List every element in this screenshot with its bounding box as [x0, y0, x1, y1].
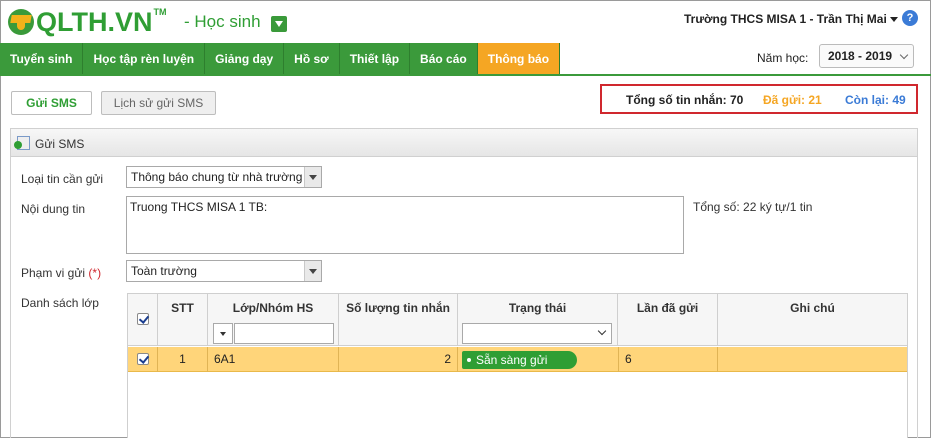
logo-text: QLTH.VN — [36, 6, 153, 37]
nav-divider — [0, 74, 931, 76]
content-textarea[interactable]: Truong THCS MISA 1 TB: — [126, 196, 684, 254]
nav-item-tuyen-sinh[interactable]: Tuyển sinh — [0, 43, 84, 75]
chevron-down-icon — [596, 324, 611, 343]
nav-item-thiet-lap[interactable]: Thiết lập — [339, 43, 411, 75]
role-dropdown-icon[interactable] — [271, 16, 287, 32]
table-row[interactable]: 1 6A1 2 Sẵn sàng gửi 6 — [128, 347, 907, 372]
remaining-messages: Còn lại: 49 — [845, 93, 906, 107]
sms-icon — [14, 136, 30, 150]
dropdown-arrow-icon — [304, 167, 321, 187]
scope-label-text: Phạm vi gửi — [21, 266, 86, 280]
column-class-title: Lớp/Nhóm HS — [232, 301, 314, 315]
status-filter-select[interactable] — [462, 323, 612, 344]
cell-class: 6A1 — [208, 347, 339, 372]
school-year-value: 2018 - 2019 — [828, 49, 893, 63]
select-all-column — [128, 294, 158, 346]
user-menu[interactable]: Trường THCS MISA 1 - Trần Thị Mai — [684, 12, 898, 26]
column-stt-title: STT — [171, 301, 194, 315]
column-times-sent: Lần đã gửi — [618, 294, 718, 346]
main-nav: Tuyển sinh Học tập rèn luyện Giảng dạy H… — [0, 43, 561, 75]
scope-value: Toàn trường — [131, 264, 197, 278]
sent-messages: Đã gửi: 21 — [763, 93, 822, 107]
header: QLTH.VN TM - Học sinh Trường THCS MISA 1… — [0, 0, 931, 42]
tab-sms-history[interactable]: Lịch sử gửi SMS — [101, 91, 216, 115]
nav-item-thong-bao[interactable]: Thông báo — [477, 43, 561, 75]
tab-send-sms[interactable]: Gửi SMS — [11, 91, 92, 115]
user-name: Trường THCS MISA 1 - Trần Thị Mai — [684, 12, 887, 26]
column-count: Số lượng tin nhắn — [339, 294, 458, 346]
message-type-value: Thông báo chung từ nhà trường — [131, 170, 303, 184]
status-badge: Sẵn sàng gửi — [462, 351, 577, 369]
total-messages: Tổng số tin nhắn: 70 — [626, 93, 744, 107]
column-count-title: Số lượng tin nhắn — [346, 301, 450, 315]
column-note: Ghi chú — [718, 294, 907, 346]
required-marker: (*) — [88, 266, 102, 280]
column-class: Lớp/Nhóm HS — [208, 294, 339, 346]
row-checkbox[interactable] — [137, 353, 149, 365]
message-type-label: Loại tin cần gửi — [21, 172, 104, 186]
message-type-select[interactable]: Thông báo chung từ nhà trường — [126, 166, 322, 188]
column-note-title: Ghi chú — [790, 301, 835, 315]
row-select-cell — [128, 347, 158, 372]
column-status-title: Trạng thái — [508, 301, 567, 315]
dropdown-arrow-icon — [304, 261, 321, 281]
help-icon[interactable]: ? — [902, 10, 918, 26]
logo[interactable]: QLTH.VN TM — [8, 6, 167, 38]
panel-header: Gửi SMS — [11, 129, 917, 157]
role-label: - Học sinh — [184, 12, 261, 31]
column-times-sent-title: Lần đã gửi — [636, 301, 699, 315]
sms-summary: Tổng số tin nhắn: 70 Đã gửi: 21 Còn lại:… — [600, 84, 918, 114]
cell-status: Sẵn sàng gửi — [458, 347, 618, 372]
class-grid: STT Lớp/Nhóm HS Số lượng tin nhắn Trạng … — [127, 293, 908, 438]
logo-trademark: TM — [153, 7, 167, 17]
select-all-checkbox[interactable] — [137, 313, 149, 325]
caret-down-icon — [889, 17, 898, 23]
nav-item-hoc-tap[interactable]: Học tập rèn luyện — [83, 43, 206, 75]
class-filter-input[interactable] — [234, 323, 334, 344]
nav-item-giang-day[interactable]: Giảng dạy — [205, 43, 285, 75]
panel-title: Gửi SMS — [35, 137, 85, 151]
column-stt: STT — [158, 294, 208, 346]
column-status: Trạng thái — [458, 294, 618, 346]
content-label: Nội dung tin — [21, 202, 86, 216]
scope-select[interactable]: Toàn trường — [126, 260, 322, 282]
school-year-select[interactable]: 2018 - 2019 — [819, 44, 914, 68]
character-counter: Tổng số: 22 ký tự/1 tin — [693, 200, 813, 214]
cell-note — [718, 347, 907, 372]
send-sms-panel: Gửi SMS Loại tin cần gửi Thông báo chung… — [10, 128, 918, 438]
cell-times-sent: 6 — [618, 347, 718, 372]
cell-count: 2 — [339, 347, 458, 372]
grid-header: STT Lớp/Nhóm HS Số lượng tin nhắn Trạng … — [128, 294, 907, 346]
class-filter-operator-dropdown[interactable] — [213, 323, 233, 344]
chevron-down-icon — [899, 50, 909, 60]
scope-label: Phạm vi gửi (*) — [21, 266, 101, 280]
class-list-label: Danh sách lớp — [21, 296, 99, 310]
cell-stt: 1 — [158, 347, 208, 372]
nav-item-ho-so[interactable]: Hồ sơ — [284, 43, 340, 75]
nav-item-bao-cao[interactable]: Báo cáo — [410, 43, 478, 75]
school-year-label: Năm học: — [757, 51, 809, 65]
graduation-cap-icon — [8, 9, 34, 35]
